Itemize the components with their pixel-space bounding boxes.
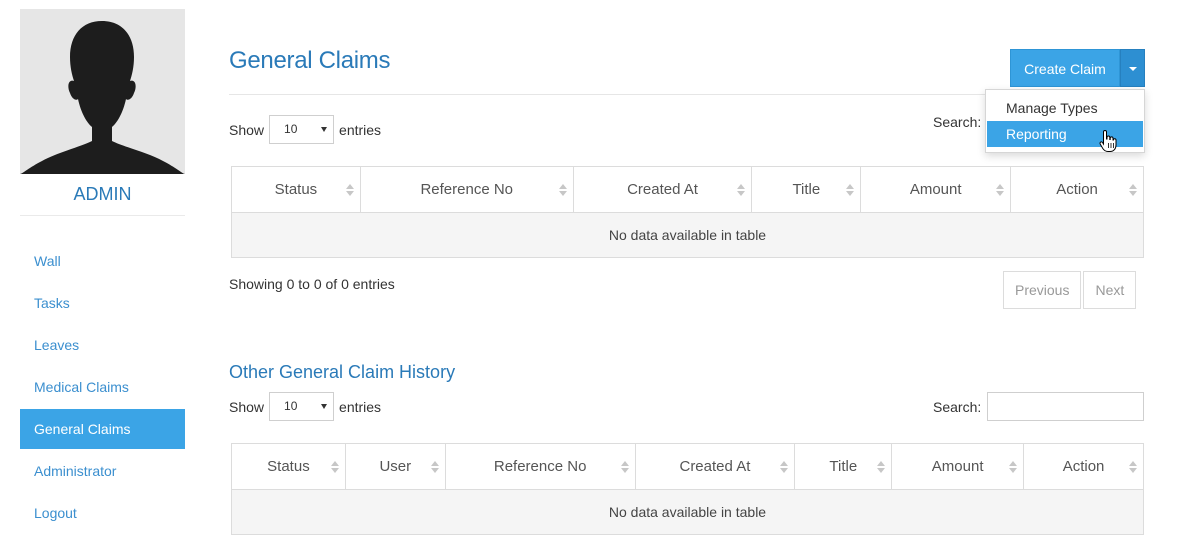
entries-label: entries bbox=[339, 398, 382, 415]
empty-table-message: No data available in table bbox=[231, 212, 1144, 258]
sort-icon bbox=[780, 461, 789, 473]
sort-icon bbox=[1009, 461, 1018, 473]
previous-page-button[interactable]: Previous bbox=[1003, 271, 1082, 309]
sidebar-item-leaves[interactable]: Leaves bbox=[20, 325, 185, 365]
empty-table-message: No data available in table bbox=[231, 489, 1144, 535]
dropdown-item-manage-types[interactable]: Manage Types bbox=[986, 95, 1144, 121]
table1-info: Showing 0 to 0 of 0 entries bbox=[229, 276, 395, 292]
select-arrow-icon bbox=[321, 404, 328, 409]
sort-icon bbox=[996, 184, 1005, 196]
create-claim-dropdown-toggle[interactable] bbox=[1120, 49, 1145, 87]
select-arrow-icon bbox=[321, 127, 328, 132]
column-header-reference-no[interactable]: Reference No bbox=[444, 443, 636, 490]
column-header-status[interactable]: Status bbox=[231, 443, 346, 490]
dropdown-item-reporting[interactable]: Reporting bbox=[987, 121, 1143, 147]
column-header-amount[interactable]: Amount bbox=[860, 166, 1012, 213]
create-claim-button-group: Create Claim bbox=[1010, 49, 1145, 87]
sort-icon bbox=[430, 461, 439, 473]
column-header-action[interactable]: Action bbox=[1010, 166, 1144, 213]
entries-label: entries bbox=[339, 121, 382, 138]
sort-icon bbox=[620, 461, 629, 473]
table1-search: Search: bbox=[933, 114, 981, 130]
create-claim-button[interactable]: Create Claim bbox=[1010, 49, 1120, 87]
sort-icon bbox=[1129, 184, 1137, 196]
create-claim-dropdown-menu: Manage Types Reporting bbox=[985, 89, 1145, 153]
sidebar-item-logout[interactable]: Logout bbox=[20, 493, 185, 533]
sort-icon bbox=[737, 184, 746, 196]
sidebar-item-general-claims[interactable]: General Claims bbox=[20, 409, 185, 449]
column-header-amount[interactable]: Amount bbox=[891, 443, 1025, 490]
section-title-other-history: Other General Claim History bbox=[229, 362, 456, 382]
column-header-created-at[interactable]: Created At bbox=[572, 166, 753, 213]
column-header-user[interactable]: User bbox=[344, 443, 446, 490]
sidebar: ADMIN Wall Tasks Leaves Medical Claims G… bbox=[20, 9, 185, 535]
table2-search: Search: bbox=[933, 392, 1145, 421]
table2-length-select[interactable]: 10 bbox=[269, 392, 335, 421]
sort-icon bbox=[345, 184, 354, 196]
sidebar-item-administrator[interactable]: Administrator bbox=[20, 451, 185, 491]
column-header-title[interactable]: Title bbox=[751, 166, 862, 213]
table2-search-input[interactable] bbox=[987, 392, 1145, 421]
column-header-action[interactable]: Action bbox=[1023, 443, 1144, 490]
table2-length-control: Show 10 entries bbox=[229, 392, 381, 421]
other-claim-history-table: Status User Reference No Created At Titl… bbox=[231, 443, 1144, 535]
column-header-created-at[interactable]: Created At bbox=[634, 443, 796, 490]
page-title: General Claims bbox=[229, 47, 391, 74]
show-label: Show bbox=[229, 398, 265, 415]
avatar bbox=[20, 9, 185, 174]
sort-icon bbox=[1129, 461, 1137, 473]
hand-cursor-icon bbox=[1099, 129, 1117, 152]
username-label: ADMIN bbox=[20, 174, 185, 216]
length-value: 10 bbox=[284, 122, 298, 136]
column-header-title[interactable]: Title bbox=[794, 443, 893, 490]
table-row: No data available in table bbox=[231, 489, 1144, 535]
sort-icon bbox=[846, 184, 855, 196]
sidebar-item-medical-claims[interactable]: Medical Claims bbox=[20, 367, 185, 407]
sort-icon bbox=[877, 461, 886, 473]
length-value: 10 bbox=[284, 399, 298, 413]
column-header-status[interactable]: Status bbox=[231, 166, 361, 213]
table1-length-control: Show 10 entries bbox=[229, 115, 381, 144]
general-claims-table: Status Reference No Created At Title Amo… bbox=[231, 166, 1144, 258]
sidebar-item-tasks[interactable]: Tasks bbox=[20, 283, 185, 323]
search-label: Search: bbox=[933, 114, 982, 130]
column-header-reference-no[interactable]: Reference No bbox=[359, 166, 574, 213]
next-page-button[interactable]: Next bbox=[1083, 271, 1137, 309]
search-label: Search: bbox=[933, 398, 982, 415]
table1-pagination: Previous Next bbox=[1003, 271, 1137, 309]
table1-length-select[interactable]: 10 bbox=[269, 115, 335, 144]
sort-icon bbox=[330, 461, 339, 473]
show-label: Show bbox=[229, 121, 265, 138]
sort-icon bbox=[558, 184, 567, 196]
caret-down-icon bbox=[1129, 67, 1137, 71]
table-row: No data available in table bbox=[231, 212, 1144, 258]
user-silhouette-icon bbox=[20, 21, 185, 174]
sidebar-item-wall[interactable]: Wall bbox=[20, 241, 185, 281]
